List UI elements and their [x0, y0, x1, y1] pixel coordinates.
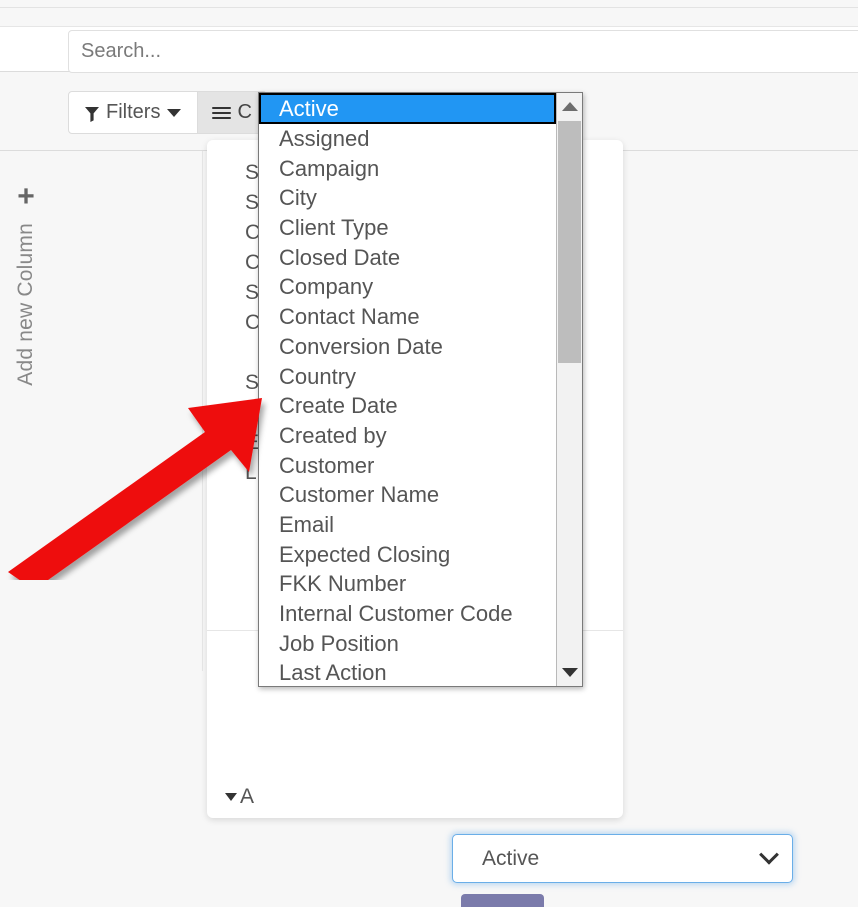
listbox-option[interactable]: City	[259, 183, 556, 213]
chevron-down-icon	[759, 844, 779, 865]
plus-icon: +	[17, 180, 35, 213]
scroll-up-arrow-icon[interactable]	[557, 93, 582, 120]
column-options-listbox[interactable]: Active Assigned Campaign City Client Type Clo…	[258, 92, 583, 687]
listbox-option[interactable]: Customer Name	[259, 480, 556, 510]
filters-button[interactable]: Filters	[68, 91, 199, 134]
listbox-option[interactable]: Assigned	[259, 124, 556, 154]
caret-down-icon	[167, 108, 182, 117]
scrollbar-thumb[interactable]	[558, 121, 581, 363]
listbox-option[interactable]: Created by	[259, 421, 556, 451]
add-new-column-rail[interactable]: + Add new Column	[0, 151, 203, 671]
listbox-option[interactable]: Last Action	[259, 658, 556, 686]
listbox-option[interactable]: Create Date	[259, 391, 556, 421]
divider-top	[0, 7, 858, 8]
listbox-option[interactable]: Client Type	[259, 213, 556, 243]
columns-button[interactable]: C	[198, 91, 267, 134]
search-input[interactable]	[68, 30, 858, 73]
funnel-icon	[85, 105, 99, 122]
listbox-option[interactable]: Contact Name	[259, 302, 556, 332]
listbox-option[interactable]: Email	[259, 510, 556, 540]
listbox-option[interactable]: Job Position	[259, 629, 556, 659]
hamburger-icon	[212, 106, 232, 119]
panel-section-header[interactable]: A	[225, 785, 254, 809]
scroll-down-arrow-icon[interactable]	[557, 659, 582, 686]
filters-label: Filters	[106, 101, 161, 123]
listbox-option[interactable]: Internal Customer Code	[259, 599, 556, 629]
apply-button[interactable]: Apply	[461, 894, 544, 907]
listbox-option[interactable]: Closed Date	[259, 243, 556, 273]
status-select[interactable]: Active	[452, 834, 793, 883]
listbox-scrollbar[interactable]	[556, 93, 582, 686]
add-new-column-label: Add new Column	[14, 223, 37, 386]
listbox-option[interactable]: FKK Number	[259, 569, 556, 599]
listbox-option[interactable]: Active	[259, 93, 556, 124]
toolbar: Filters C	[68, 91, 267, 134]
add-new-column-control[interactable]: + Add new Column	[14, 180, 38, 386]
listbox-options[interactable]: Active Assigned Campaign City Client Type Clo…	[259, 93, 556, 686]
listbox-option[interactable]: Campaign	[259, 154, 556, 184]
listbox-option[interactable]: Conversion Date	[259, 332, 556, 362]
listbox-option[interactable]: Customer	[259, 451, 556, 481]
columns-label: C	[237, 101, 252, 123]
listbox-option[interactable]: Country	[259, 362, 556, 392]
triangle-down-icon	[225, 793, 237, 801]
panel-section-label: A	[240, 785, 255, 808]
listbox-option[interactable]: Company	[259, 272, 556, 302]
status-select-value: Active	[482, 846, 540, 870]
app-root: Filters C + Add new Column SSCCSCSCEL A …	[0, 0, 858, 907]
listbox-option[interactable]: Expected Closing	[259, 540, 556, 570]
